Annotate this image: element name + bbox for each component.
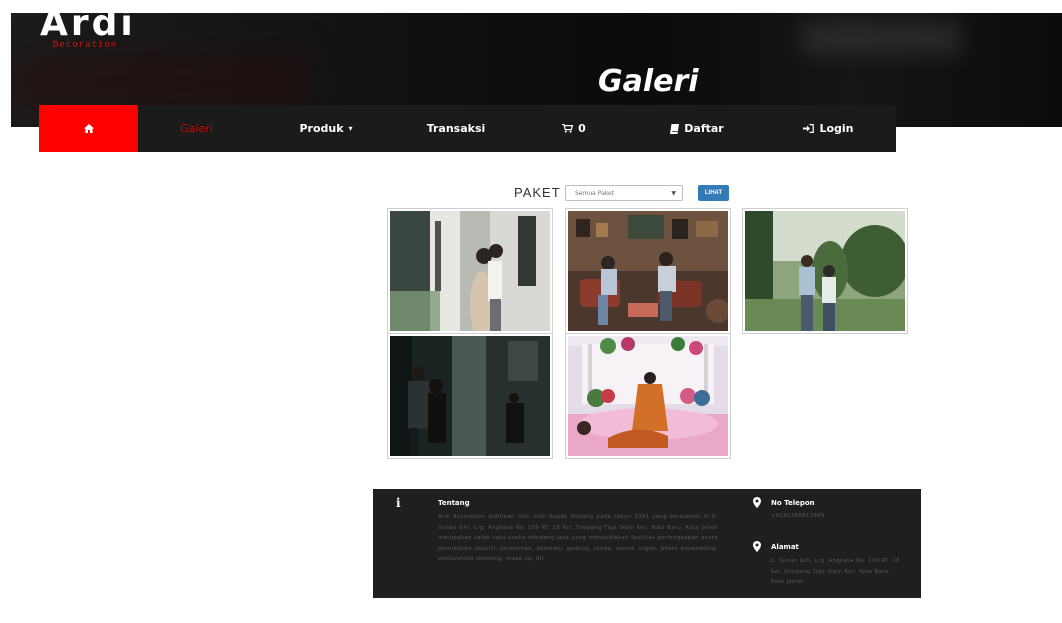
about-text: Ardi decoration didirikan oleh oleh bapa… xyxy=(438,514,718,562)
map-marker-icon xyxy=(753,541,761,552)
nav-transaksi-label: Transaksi xyxy=(426,122,486,135)
photo-couple-garden xyxy=(745,211,905,331)
photo-bride-decoration xyxy=(568,336,728,456)
site-logo[interactable]: Ardi xyxy=(40,6,136,42)
paket-select-value: Semua Paket xyxy=(575,189,615,197)
phone-value[interactable]: +6281366813999 xyxy=(771,511,825,522)
site-footer: i Tentang Ardi decoration didirikan oleh… xyxy=(373,489,921,598)
nav-produk-label: Produk xyxy=(299,122,344,135)
page-title: Galeri xyxy=(598,64,699,99)
nav-login-label: Login xyxy=(819,122,854,135)
gallery-item[interactable] xyxy=(743,209,907,333)
paket-select[interactable]: Semua Paket ▼ xyxy=(565,185,683,201)
about-title: Tentang xyxy=(438,499,470,507)
paket-filter-label: PAKET xyxy=(514,185,561,200)
photo-couple-night-street xyxy=(390,336,550,456)
address-title: Alamat xyxy=(771,543,799,551)
photo-couple-vintage-room xyxy=(568,211,728,331)
nav-cart[interactable]: 0 xyxy=(515,105,633,152)
banner-background-light xyxy=(801,21,961,55)
sign-in-icon xyxy=(803,124,815,133)
nav-daftar-label: Daftar xyxy=(684,122,724,135)
nav-login[interactable]: Login xyxy=(761,105,896,152)
gallery-item[interactable] xyxy=(566,209,730,333)
gallery-item[interactable] xyxy=(388,209,552,333)
info-icon: i xyxy=(396,496,401,510)
banner-background-shade xyxy=(11,53,311,113)
main-navbar: Galeri Produk ▾ Transaksi 0 Daftar Login xyxy=(39,105,896,152)
gallery-item[interactable] xyxy=(566,334,730,458)
phone-title: No Telepon xyxy=(771,499,815,507)
nav-galeri[interactable]: Galeri xyxy=(138,105,255,152)
chevron-down-icon: ▼ xyxy=(671,190,676,197)
cart-icon xyxy=(562,124,574,133)
nav-home[interactable] xyxy=(39,105,138,152)
address-value: Jl. Sunan Giri, Lrg. Angkasa No. 100 RT.… xyxy=(771,558,900,585)
nav-transaksi[interactable]: Transaksi xyxy=(397,105,515,152)
book-icon xyxy=(670,123,680,134)
cart-count: 0 xyxy=(578,122,586,135)
nav-daftar[interactable]: Daftar xyxy=(633,105,761,152)
lihat-button[interactable]: LIHAT xyxy=(698,185,729,201)
gallery-item[interactable] xyxy=(388,334,552,458)
home-icon xyxy=(83,124,94,133)
map-marker-icon xyxy=(753,497,761,508)
nav-produk-dropdown[interactable]: Produk ▾ xyxy=(255,105,397,152)
site-logo-subtitle: Decoration xyxy=(53,40,118,50)
photo-couple-alley xyxy=(390,211,550,331)
nav-galeri-label: Galeri xyxy=(180,122,213,135)
chevron-down-icon: ▾ xyxy=(348,124,353,133)
